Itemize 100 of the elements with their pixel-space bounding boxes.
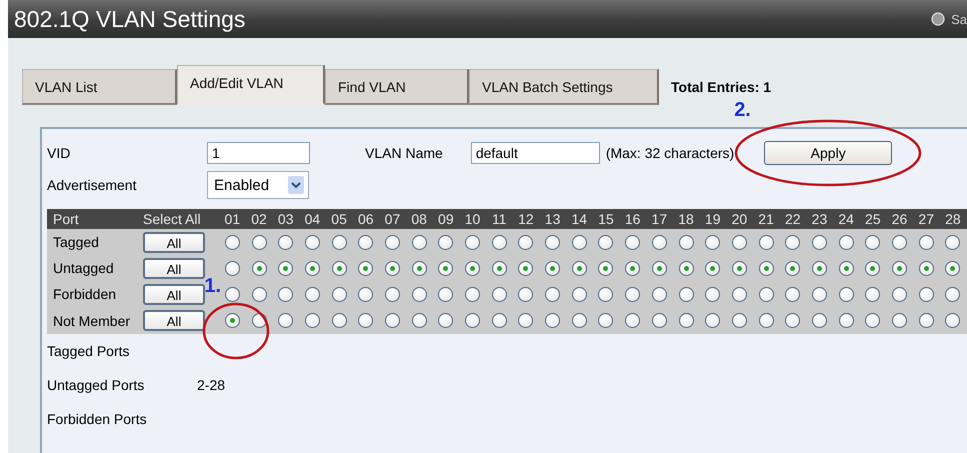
radio-button[interactable] [785,286,800,302]
radio-button[interactable] [838,313,854,328]
radio-button[interactable] [892,286,908,302]
radio-button[interactable] [785,313,800,328]
radio-button[interactable] [758,286,774,302]
radio-button[interactable] [598,286,614,302]
advertisement-dropdown[interactable]: Enabled [207,171,309,199]
radio-button[interactable] [732,260,747,276]
radio-button[interactable] [224,313,240,328]
radio-button[interactable] [545,234,560,250]
radio-button[interactable] [224,286,240,302]
radio-button[interactable] [892,260,908,276]
vlan-name-field[interactable]: default [470,142,600,164]
radio-button[interactable] [438,234,454,250]
radio-button[interactable] [278,260,294,276]
radio-button[interactable] [412,286,427,302]
radio-button[interactable] [678,286,694,302]
radio-button[interactable] [625,260,640,276]
radio-button[interactable] [865,313,880,328]
radio-button[interactable] [918,234,934,250]
radio-button[interactable] [838,234,854,250]
radio-button[interactable] [492,286,507,302]
radio-button[interactable] [652,313,667,328]
radio-button[interactable] [625,313,640,328]
radio-button[interactable] [732,286,747,302]
radio-button[interactable] [465,313,480,328]
radio-button[interactable] [465,260,480,276]
radio-button[interactable] [518,313,534,328]
radio-button[interactable] [492,313,507,328]
radio-button[interactable] [332,286,347,302]
radio-button[interactable] [358,286,374,302]
radio-button[interactable] [384,286,400,302]
radio-button[interactable] [705,260,720,276]
radio-button[interactable] [678,260,694,276]
radio-button[interactable] [785,260,800,276]
radio-button[interactable] [278,234,294,250]
radio-button[interactable] [945,260,960,276]
radio-button[interactable] [438,286,454,302]
radio-button[interactable] [758,313,774,328]
radio-button[interactable] [678,234,694,250]
radio-button[interactable] [705,313,720,328]
radio-button[interactable] [812,286,827,302]
radio-button[interactable] [304,313,320,328]
radio-button[interactable] [838,260,854,276]
radio-button[interactable] [838,286,854,302]
vid-field[interactable]: 1 [207,142,310,164]
radio-button[interactable] [545,313,560,328]
radio-button[interactable] [412,260,427,276]
radio-button[interactable] [598,313,614,328]
radio-button[interactable] [252,286,267,302]
tab[interactable]: Find VLAN [325,69,469,105]
radio-button[interactable] [652,260,667,276]
radio-button[interactable] [598,234,614,250]
radio-button[interactable] [945,234,960,250]
radio-button[interactable] [892,313,908,328]
radio-button[interactable] [918,260,934,276]
radio-button[interactable] [304,286,320,302]
radio-button[interactable] [358,234,374,250]
radio-button[interactable] [492,234,507,250]
radio-button[interactable] [785,234,800,250]
radio-button[interactable] [812,260,827,276]
select-all-button[interactable]: All [143,258,205,278]
radio-button[interactable] [518,286,534,302]
radio-button[interactable] [278,286,294,302]
header-link[interactable]: Sa [951,12,967,26]
radio-button[interactable] [412,313,427,328]
radio-button[interactable] [572,313,587,328]
radio-button[interactable] [892,234,908,250]
radio-button[interactable] [652,286,667,302]
radio-button[interactable] [518,260,534,276]
radio-button[interactable] [492,260,507,276]
radio-button[interactable] [384,260,400,276]
radio-button[interactable] [518,234,534,250]
radio-button[interactable] [252,260,267,276]
radio-button[interactable] [572,234,587,250]
radio-button[interactable] [758,234,774,250]
apply-button[interactable]: Apply [764,141,892,165]
radio-button[interactable] [332,260,347,276]
radio-button[interactable] [945,313,960,328]
radio-button[interactable] [812,234,827,250]
radio-button[interactable] [705,286,720,302]
radio-button[interactable] [732,313,747,328]
radio-button[interactable] [572,286,587,302]
radio-button[interactable] [304,234,320,250]
select-all-button[interactable]: All [143,310,205,331]
radio-button[interactable] [652,234,667,250]
tab[interactable]: Add/Edit VLAN [177,65,325,105]
radio-button[interactable] [625,234,640,250]
radio-button[interactable] [252,234,267,250]
radio-button[interactable] [304,260,320,276]
radio-button[interactable] [224,260,240,276]
radio-button[interactable] [625,286,640,302]
radio-button[interactable] [358,260,374,276]
radio-button[interactable] [465,234,480,250]
radio-button[interactable] [332,234,347,250]
radio-button[interactable] [438,313,454,328]
radio-button[interactable] [384,313,400,328]
select-all-button[interactable]: All [143,232,205,252]
radio-button[interactable] [332,313,347,328]
radio-button[interactable] [758,260,774,276]
